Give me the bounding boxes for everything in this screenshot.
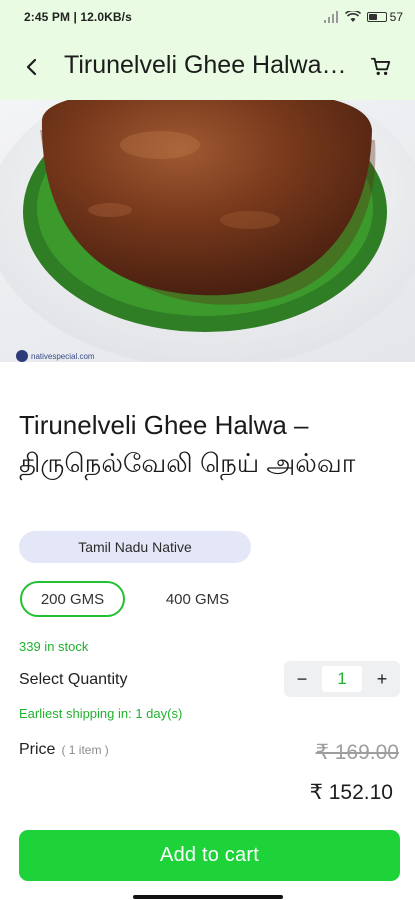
home-indicator[interactable] bbox=[133, 895, 283, 899]
signal-icon bbox=[323, 10, 338, 23]
arrow-back-icon bbox=[26, 58, 37, 75]
wifi-icon bbox=[344, 10, 361, 22]
product-title: Tirunelveli Ghee Halwa – திருநெல்வேலி நெ… bbox=[19, 410, 356, 478]
watermark: nativespecial.com bbox=[16, 350, 95, 362]
battery-icon bbox=[366, 11, 387, 22]
quantity-label: Select Quantity bbox=[19, 671, 128, 688]
app-bar: Tirunelveli Ghee Halwa – திருநெல்வேலி நெ… bbox=[0, 33, 415, 100]
status-bar: 2:45 PM | 12.0KB/s 57 bbox=[0, 0, 415, 33]
original-price: ₹ 169.00 bbox=[315, 741, 399, 764]
back-button[interactable] bbox=[0, 33, 64, 100]
cart-button[interactable] bbox=[347, 33, 415, 100]
shopping-cart-icon bbox=[370, 57, 391, 75]
status-time: 2:45 PM | 12.0KB/s bbox=[24, 9, 132, 24]
battery-fill bbox=[368, 13, 378, 20]
quantity-value[interactable]: 1 bbox=[322, 666, 362, 692]
halwa-illustration bbox=[0, 100, 415, 362]
variant-option-400gms[interactable]: 400 GMS bbox=[140, 581, 255, 617]
decrement-button[interactable]: − bbox=[289, 666, 315, 692]
price-label: Price bbox=[19, 741, 56, 758]
sale-price: ₹ 152.10 bbox=[309, 781, 393, 804]
battery-percent: 57 bbox=[389, 9, 403, 24]
variant-option-200gms[interactable]: 200 GMS bbox=[20, 581, 125, 617]
shipping-info: Earliest shipping in: 1 day(s) bbox=[19, 706, 183, 721]
status-icons: 57 bbox=[323, 10, 403, 24]
page-title: Tirunelveli Ghee Halwa – திருநெல்வேலி நெ… bbox=[64, 50, 347, 79]
increment-button[interactable]: + bbox=[369, 666, 395, 692]
stock-status: 339 in stock bbox=[19, 639, 89, 654]
price-item-count: ( 1 item ) bbox=[61, 743, 109, 757]
watermark-logo-icon bbox=[16, 350, 28, 362]
product-image: nativespecial.com bbox=[0, 100, 415, 362]
battery-indicator: 57 bbox=[366, 9, 403, 24]
watermark-text: nativespecial.com bbox=[31, 351, 95, 361]
quantity-stepper: − 1 + bbox=[284, 661, 400, 697]
add-to-cart-button[interactable]: Add to cart bbox=[19, 830, 400, 881]
price-label-row: Price ( 1 item ) bbox=[19, 741, 109, 759]
category-chip[interactable]: Tamil Nadu Native bbox=[19, 531, 251, 563]
